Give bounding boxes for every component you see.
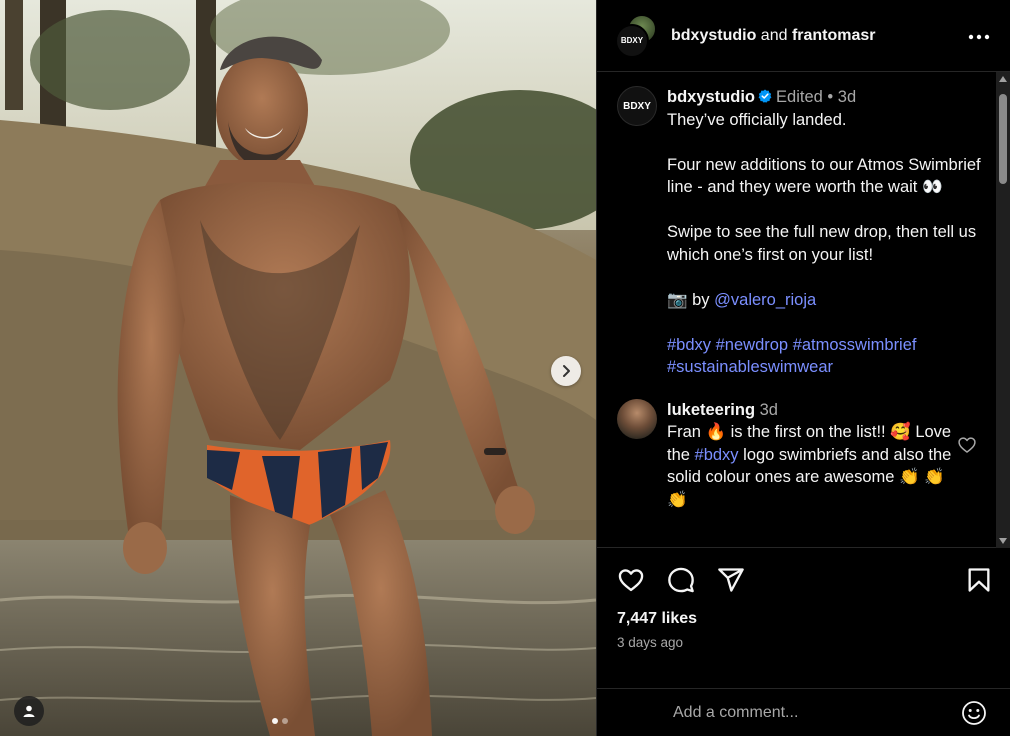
header-connector: and <box>756 26 792 44</box>
caption-paragraph-3: Swipe to see the full new drop, then tel… <box>667 223 977 264</box>
scroll-up-arrow[interactable] <box>999 76 1007 82</box>
comment-body: luketeering 3d Fran 🔥 is the first on th… <box>667 399 957 512</box>
comment-item: luketeering 3d Fran 🔥 is the first on th… <box>597 379 1010 512</box>
verified-badge-icon <box>758 89 772 103</box>
comment-age[interactable]: 3d <box>760 401 778 419</box>
action-bar <box>617 566 993 594</box>
scroll-down-arrow[interactable] <box>999 538 1007 544</box>
avatar-bdxystudio[interactable]: BDXY <box>615 23 649 58</box>
credit-prefix: 📷 by <box>667 290 715 309</box>
carousel-next-button[interactable] <box>551 356 581 386</box>
carousel-dots <box>272 718 288 724</box>
caption-age[interactable]: 3d <box>838 88 856 106</box>
emoji-icon[interactable] <box>961 700 987 726</box>
chevron-right-icon <box>563 365 570 377</box>
paper-plane-icon[interactable] <box>717 566 745 594</box>
hashtag-link[interactable]: #newdrop <box>716 336 788 354</box>
post-details-panel: BDXY bdxystudio and frantomasr BDXY bdxy… <box>596 0 1010 736</box>
comments-scrollbar[interactable] <box>996 72 1010 548</box>
comment-username[interactable]: luketeering <box>667 401 755 419</box>
hashtag-link[interactable]: #atmosswimbrief <box>793 336 917 354</box>
comment-hashtag-link[interactable]: #bdxy <box>695 446 739 464</box>
heart-icon[interactable] <box>617 566 645 594</box>
caption-separator: • <box>822 88 838 106</box>
comment-avatar[interactable] <box>617 398 657 439</box>
hashtag-link[interactable]: #bdxy <box>667 336 711 354</box>
caption-username[interactable]: bdxystudio <box>667 88 755 106</box>
person-tag-icon <box>23 705 35 717</box>
post-header: BDXY bdxystudio and frantomasr <box>597 0 1010 72</box>
caption-hashtags: #bdxy #newdrop #atmosswimbrief #sustaina… <box>667 334 985 379</box>
likes-count[interactable]: 7,447 likes <box>617 610 993 628</box>
comments-list[interactable]: BDXY bdxystudio Edited • 3d They’ve offi… <box>597 72 1010 548</box>
comment-like-heart-icon[interactable] <box>957 435 977 455</box>
caption-body: bdxystudio Edited • 3d They’ve officiall… <box>667 86 985 379</box>
caption: BDXY bdxystudio Edited • 3d They’ve offi… <box>597 72 1010 379</box>
comment-input[interactable] <box>673 703 961 722</box>
tagged-people-button[interactable] <box>14 696 44 726</box>
post-actions: 7,447 likes 3 days ago <box>597 548 1010 650</box>
edited-label[interactable]: Edited <box>776 88 823 106</box>
collab-title: bdxystudio and frantomasr <box>671 27 876 45</box>
header-username-bdxystudio[interactable]: bdxystudio <box>671 27 756 44</box>
comment-composer <box>597 688 1010 736</box>
collab-avatars[interactable]: BDXY <box>615 13 659 58</box>
caption-paragraph-2: Four new additions to our Atmos Swimbrie… <box>667 155 981 197</box>
carousel-dot <box>282 718 288 724</box>
carousel-dot-active <box>272 718 278 724</box>
hashtag-link[interactable]: #sustainableswimwear <box>667 358 833 376</box>
caption-avatar[interactable]: BDXY <box>617 86 657 126</box>
more-dots-icon <box>968 34 990 40</box>
header-username-frantomasr[interactable]: frantomasr <box>792 27 876 44</box>
caption-credit: 📷 by @valero_rioja <box>667 289 985 312</box>
post-modal: BDXY bdxystudio and frantomasr BDXY bdxy… <box>0 0 1010 736</box>
caption-line1: They’ve officially landed. <box>667 110 847 129</box>
post-timestamp[interactable]: 3 days ago <box>617 635 993 650</box>
bookmark-icon[interactable] <box>965 566 993 594</box>
scroll-thumb[interactable] <box>999 94 1007 184</box>
credit-handle-link[interactable]: @valero_rioja <box>714 291 816 309</box>
more-options-button[interactable] <box>968 24 990 44</box>
post-media[interactable] <box>0 0 596 736</box>
comment-icon[interactable] <box>667 566 695 594</box>
post-photo <box>0 0 596 736</box>
